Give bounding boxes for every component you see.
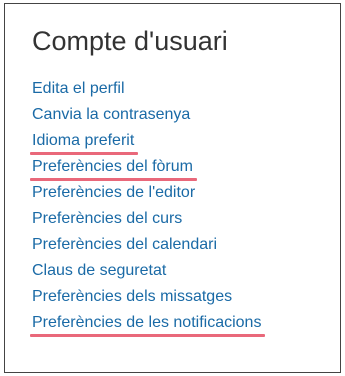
list-item: Preferències dels missatges bbox=[32, 284, 332, 310]
link-edit-profile[interactable]: Edita el perfil bbox=[32, 76, 125, 102]
link-calendar-preferences[interactable]: Preferències del calendari bbox=[32, 232, 217, 258]
list-item: Canvia la contrasenya bbox=[32, 102, 332, 128]
panel-title: Compte d'usuari bbox=[32, 26, 228, 56]
link-editor-preferences[interactable]: Preferències de l'editor bbox=[32, 180, 195, 206]
link-notification-preferences[interactable]: Preferències de les notificacions bbox=[29, 310, 266, 337]
list-item: Preferències del curs bbox=[32, 206, 332, 232]
link-preferred-language[interactable]: Idioma preferit bbox=[29, 128, 139, 155]
list-item: Preferències del fòrum bbox=[30, 154, 332, 181]
link-security-keys[interactable]: Claus de seguretat bbox=[32, 258, 166, 284]
list-item: Preferències de l'editor bbox=[32, 180, 332, 206]
account-links-list: Edita el perfil Canvia la contrasenya Id… bbox=[29, 76, 332, 337]
user-account-panel: Compte d'usuari Edita el perfil Canvia l… bbox=[4, 3, 341, 373]
link-course-preferences[interactable]: Preferències del curs bbox=[32, 206, 182, 232]
list-item: Claus de seguretat bbox=[32, 258, 332, 284]
list-item: Preferències del calendari bbox=[32, 232, 332, 258]
link-change-password[interactable]: Canvia la contrasenya bbox=[32, 102, 190, 128]
link-message-preferences[interactable]: Preferències dels missatges bbox=[32, 284, 232, 310]
link-forum-preferences[interactable]: Preferències del fòrum bbox=[30, 154, 197, 181]
list-item: Idioma preferit bbox=[29, 128, 332, 155]
list-item: Preferències de les notificacions bbox=[29, 310, 332, 337]
list-item: Edita el perfil bbox=[32, 76, 332, 102]
